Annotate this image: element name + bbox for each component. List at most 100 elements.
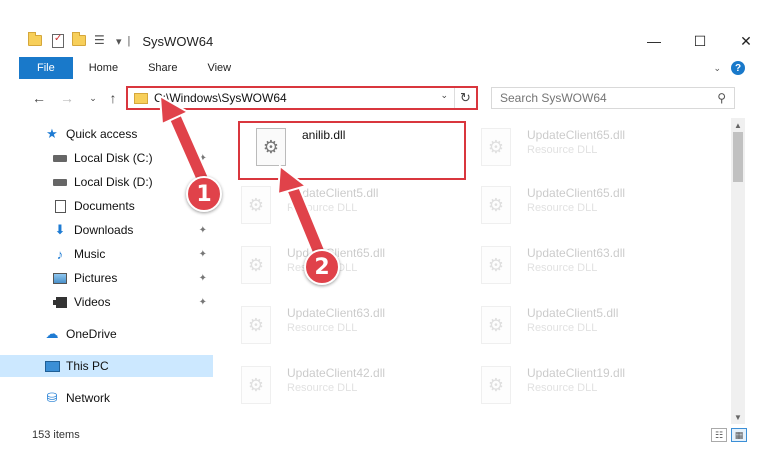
file-tile[interactable]: UpdateClient5.dll Resource DLL: [225, 180, 455, 236]
pc-icon: [44, 359, 60, 373]
close-button[interactable]: ✕: [723, 26, 769, 56]
nav-label: Local Disk (D:): [74, 175, 153, 189]
search-input[interactable]: [500, 91, 700, 105]
maximize-button[interactable]: ☐: [677, 26, 723, 56]
address-row: ← → ⌄ ↑ C:\Windows\SysWOW64 ⌄ ↻ ⚲: [0, 84, 769, 112]
large-icons-view-icon[interactable]: ▦: [731, 428, 747, 442]
window-title: SysWOW64: [142, 33, 214, 49]
file-name: UpdateClient19.dll: [527, 366, 626, 380]
pin-icon[interactable]: ✦: [199, 249, 207, 260]
tab-share[interactable]: Share: [132, 57, 191, 79]
file-name: UpdateClient63.dll: [527, 246, 626, 260]
status-bar: 153 items: [0, 424, 769, 446]
nav-item-network[interactable]: ⛁ Network: [0, 387, 213, 409]
up-button[interactable]: ↑: [104, 88, 122, 108]
pin-icon[interactable]: ✦: [199, 297, 207, 308]
nav-item-music[interactable]: ♪ Music ✦: [0, 243, 213, 265]
nav-item-quick-access[interactable]: ★ Quick access: [0, 123, 213, 145]
download-icon: ⬇: [54, 222, 66, 237]
drive-icon: [52, 151, 68, 165]
properties-icon[interactable]: [50, 33, 66, 49]
help-icon[interactable]: ?: [731, 61, 745, 75]
window-controls: — ☐ ✕: [631, 26, 769, 56]
customize-toolbar-icon[interactable]: ☰: [94, 33, 110, 49]
file-tile[interactable]: ⚙ UpdateClient63.dll Resource DLL: [225, 300, 455, 356]
dll-gear-icon: ⚙: [481, 306, 511, 344]
item-count: 153 items: [32, 429, 80, 441]
file-name: UpdateClient5.dll: [527, 306, 619, 320]
tab-file[interactable]: File: [19, 57, 73, 79]
file-type: Resource DLL: [527, 144, 598, 156]
nav-label: Pictures: [74, 271, 118, 285]
scroll-up-icon[interactable]: ▲: [731, 118, 745, 132]
details-view-icon[interactable]: ☷: [711, 428, 727, 442]
file-name: UpdateClient42.dll: [287, 366, 386, 380]
refresh-icon[interactable]: ↻: [454, 88, 476, 108]
nav-item-downloads[interactable]: ⬇ Downloads ✦: [0, 219, 213, 241]
file-type: Resource DLL: [527, 202, 598, 214]
pin-icon[interactable]: ✦: [199, 225, 207, 236]
dll-gear-icon: ⚙: [481, 366, 511, 404]
ribbon-tabs: File Home Share View: [0, 57, 769, 79]
drive-icon: [52, 175, 68, 189]
file-tile[interactable]: ⚙ UpdateClient65.dll Resource DLL: [225, 240, 455, 296]
dll-gear-icon: ⚙: [481, 246, 511, 284]
nav-item-videos[interactable]: Videos ✦: [0, 291, 213, 313]
nav-label: Music: [74, 247, 106, 261]
dll-gear-icon: ⚙: [241, 366, 271, 404]
file-type: Resource DLL: [287, 322, 358, 334]
nav-label: Videos: [74, 295, 111, 309]
file-tile[interactable]: ⚙ UpdateClient65.dll Resource DLL: [465, 122, 695, 178]
file-type: Resource DLL: [527, 262, 598, 274]
nav-label: Downloads: [74, 223, 134, 237]
nav-label: Network: [66, 391, 111, 405]
videos-icon: [52, 295, 68, 309]
new-folder-icon[interactable]: [72, 32, 88, 49]
address-dropdown-icon[interactable]: ⌄: [440, 90, 448, 101]
file-tile[interactable]: ⚙ UpdateClient42.dll Resource DLL: [225, 360, 455, 416]
address-path[interactable]: C:\Windows\SysWOW64: [154, 91, 287, 105]
address-bar[interactable]: C:\Windows\SysWOW64 ⌄ ↻: [126, 86, 478, 110]
file-tile[interactable]: ⚙ UpdateClient5.dll Resource DLL: [465, 300, 695, 356]
nav-item-documents[interactable]: Documents ✦: [0, 195, 213, 217]
dll-gear-icon: ⚙: [241, 306, 271, 344]
minimize-button[interactable]: —: [631, 26, 677, 56]
tab-view[interactable]: View: [191, 57, 245, 79]
pictures-icon: [52, 271, 68, 285]
back-button[interactable]: ←: [30, 88, 48, 108]
scroll-thumb[interactable]: [733, 132, 743, 182]
expand-ribbon-icon[interactable]: ⌄: [713, 63, 721, 74]
file-tile[interactable]: ⚙ UpdateClient63.dll Resource DLL: [465, 240, 695, 296]
tab-home[interactable]: Home: [73, 57, 132, 79]
search-icon[interactable]: ⚲: [717, 91, 726, 105]
pin-icon[interactable]: ✦: [199, 153, 207, 164]
view-switcher: ☷ ▦: [711, 428, 747, 442]
recent-locations-button[interactable]: ⌄: [84, 88, 102, 108]
dll-gear-icon: ⚙: [481, 186, 511, 224]
nav-item-this-pc[interactable]: This PC: [0, 355, 213, 377]
file-name: UpdateClient65.dll: [527, 128, 626, 142]
file-tile[interactable]: ⚙ UpdateClient65.dll Resource DLL: [465, 180, 695, 236]
quick-access-toolbar: ☰ ▾ |: [28, 32, 130, 49]
network-icon: ⛁: [46, 390, 58, 405]
scroll-down-icon[interactable]: ▼: [731, 410, 745, 424]
nav-item-local-disk-c[interactable]: Local Disk (C:) ✦: [0, 147, 213, 169]
nav-item-local-disk-d[interactable]: Local Disk (D:): [0, 171, 213, 193]
pin-icon[interactable]: ✦: [199, 273, 207, 284]
file-type: Resource DLL: [287, 202, 358, 214]
dll-gear-icon: ⚙: [481, 128, 511, 166]
file-name: UpdateClient5.dll: [287, 186, 379, 200]
step-badge-2: 2: [304, 249, 340, 285]
document-icon: [52, 199, 68, 213]
nav-item-onedrive[interactable]: ☁ OneDrive: [0, 323, 213, 345]
cloud-icon: ☁: [45, 326, 59, 341]
customize-dropdown-icon[interactable]: ▾: [116, 35, 122, 48]
search-box[interactable]: ⚲: [491, 87, 735, 109]
nav-label: OneDrive: [66, 327, 117, 341]
vertical-scrollbar[interactable]: ▲ ▼: [731, 118, 745, 424]
file-tile[interactable]: ⚙ UpdateClient19.dll Resource DLL: [465, 360, 695, 416]
forward-button[interactable]: →: [58, 88, 76, 108]
file-type: Resource DLL: [287, 382, 358, 394]
nav-item-pictures[interactable]: Pictures ✦: [0, 267, 213, 289]
file-type: Resource DLL: [527, 322, 598, 334]
